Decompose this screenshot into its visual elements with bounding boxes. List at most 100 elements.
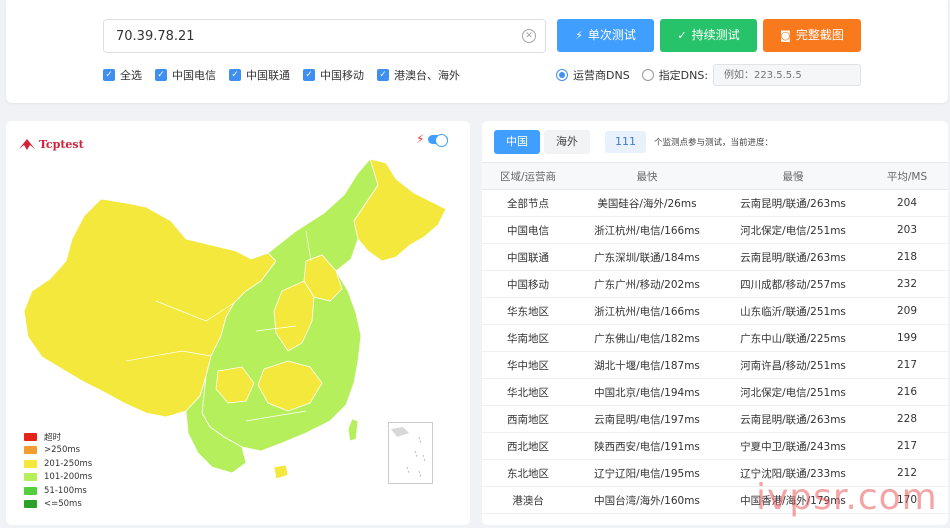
continuous-test-button[interactable]: ✓ 持续测试: [660, 19, 757, 52]
bolt-icon: ⚡: [575, 29, 583, 42]
map-toggle-switch[interactable]: [428, 134, 448, 147]
cell-region: 西南地区: [482, 405, 574, 433]
cell-average: 218: [866, 243, 948, 271]
legend-item: 51-100ms: [24, 484, 92, 498]
cell-slowest: 中国香港/海外/179ms: [720, 486, 866, 514]
checkbox-icon: ✓: [377, 69, 389, 81]
cell-slowest: 河北保定/电信/251ms: [720, 378, 866, 406]
table-row: 中国移动 广东广州/移动/202ms 四川成都/移动/257ms 232: [482, 270, 948, 298]
cell-slowest: 山东临沂/联通/251ms: [720, 297, 866, 325]
ip-input[interactable]: [104, 20, 504, 52]
table-row: 中国电信 浙江杭州/电信/166ms 河北保定/电信/251ms 203: [482, 216, 948, 244]
radio-unchecked-icon: [641, 69, 654, 81]
checkbox-unicom[interactable]: ✓ 中国联通: [229, 67, 290, 83]
legend-swatch: [24, 459, 37, 468]
cell-fastest: 浙江杭州/电信/166ms: [574, 297, 720, 325]
cell-region: 全部节点: [482, 189, 574, 217]
region-tabs: 中国 海外 111 个监测点参与测试，当前进度：: [494, 130, 773, 154]
dns-selector: 运营商DNS 指定DNS:: [556, 67, 720, 83]
cell-average: 232: [866, 270, 948, 298]
radio-isp-dns[interactable]: 运营商DNS: [556, 67, 630, 83]
tab-overseas[interactable]: 海外: [544, 130, 590, 154]
cell-average: 228: [866, 405, 948, 433]
cell-slowest: 河北保定/电信/251ms: [720, 216, 866, 244]
screenshot-button[interactable]: ◙ 完整截图: [763, 19, 861, 52]
cell-average: 204: [866, 189, 948, 217]
map-region-taiwan[interactable]: [347, 418, 359, 442]
cell-region: 中国联通: [482, 243, 574, 271]
table-row: 西南地区 云南昆明/电信/197ms 云南昆明/联通/263ms 228: [482, 405, 948, 433]
single-test-button[interactable]: ⚡ 单次测试: [557, 19, 654, 52]
cell-average: 217: [866, 351, 948, 379]
legend-swatch: [24, 446, 37, 455]
legend-item: >250ms: [24, 444, 92, 458]
bolt-icon: ⚡: [416, 132, 425, 146]
checkbox-select-all[interactable]: ✓ 全选: [103, 67, 142, 83]
cell-fastest: 中国北京/电信/194ms: [574, 378, 720, 406]
camera-icon: ◙: [780, 29, 791, 42]
tab-china[interactable]: 中国: [494, 130, 540, 154]
cell-fastest: 辽宁辽阳/电信/195ms: [574, 459, 720, 487]
header-region: 区域/运营商: [482, 162, 574, 190]
header-slowest: 最慢: [720, 162, 866, 190]
legend-item: 101-200ms: [24, 471, 92, 485]
table-header-row: 区域/运营商 最快 最慢 平均/MS: [482, 162, 948, 190]
results-table: 区域/运营商 最快 最慢 平均/MS 全部节点 美国硅谷/海外/26ms 云南昆明/…: [482, 162, 948, 514]
cell-average: 170: [866, 486, 948, 514]
cell-region: 华南地区: [482, 324, 574, 352]
cell-average: 199: [866, 324, 948, 352]
south-sea-islands: [391, 427, 426, 478]
progress-text: 个监测点参与测试，当前进度：: [654, 138, 774, 148]
cell-fastest: 浙江杭州/电信/166ms: [574, 216, 720, 244]
cell-slowest: 云南昆明/联通/263ms: [720, 405, 866, 433]
legend-item: 超时: [24, 430, 92, 444]
checkbox-icon: ✓: [303, 69, 315, 81]
legend-swatch: [24, 500, 37, 509]
cell-fastest: 云南昆明/电信/197ms: [574, 405, 720, 433]
cell-region: 西北地区: [482, 432, 574, 460]
test-control-panel: ✕ ⚡单次测试 ✓持续测试 ◙完整截图 ✓全选 ✓中国电信 ✓中国联通 ✓中国移…: [6, 0, 948, 103]
table-row: 华东地区 浙江杭州/电信/166ms 山东临沂/联通/251ms 209: [482, 297, 948, 325]
cell-slowest: 广东中山/联通/225ms: [720, 324, 866, 352]
cell-average: 209: [866, 297, 948, 325]
checkbox-overseas[interactable]: ✓ 港澳台、海外: [377, 67, 460, 83]
cell-slowest: 云南昆明/联通/263ms: [720, 189, 866, 217]
radio-custom-dns[interactable]: 指定DNS:: [641, 67, 708, 83]
legend-swatch: [24, 432, 37, 441]
map-legend: 超时 >250ms 201-250ms 101-200ms 51-100ms <…: [24, 430, 92, 511]
clear-icon[interactable]: ✕: [522, 29, 536, 43]
checkbox-icon: ✓: [103, 69, 115, 81]
cell-slowest: 四川成都/移动/257ms: [720, 270, 866, 298]
header-average: 平均/MS: [866, 162, 948, 190]
radio-checked-icon: [556, 69, 568, 81]
cell-slowest: 云南昆明/联通/263ms: [720, 243, 866, 271]
table-row: 华北地区 中国北京/电信/194ms 河北保定/电信/251ms 216: [482, 378, 948, 406]
checkbox-icon: ✓: [155, 69, 167, 81]
table-row: 中国联通 广东深圳/联通/184ms 云南昆明/联通/263ms 218: [482, 243, 948, 271]
ip-input-wrapper[interactable]: ✕: [103, 19, 546, 53]
checkbox-mobile[interactable]: ✓ 中国移动: [303, 67, 364, 83]
logo-mark-icon: [19, 139, 35, 150]
table-row: 东北地区 辽宁辽阳/电信/195ms 辽宁沈阳/联通/233ms 212: [482, 459, 948, 487]
cell-average: 217: [866, 432, 948, 460]
latency-map-panel: Tcptest ⚡ 超时 >250ms 201-250ms 101-200ms …: [6, 121, 470, 525]
cell-average: 203: [866, 216, 948, 244]
cell-region: 华中地区: [482, 351, 574, 379]
cell-region: 华东地区: [482, 297, 574, 325]
checkbox-telecom[interactable]: ✓ 中国电信: [155, 67, 216, 83]
check-icon: ✓: [677, 29, 687, 42]
cell-average: 212: [866, 459, 948, 487]
cell-fastest: 美国硅谷/海外/26ms: [574, 189, 720, 217]
cell-fastest: 广东深圳/联通/184ms: [574, 243, 720, 271]
cell-fastest: 陕西西安/电信/191ms: [574, 432, 720, 460]
table-row: 全部节点 美国硅谷/海外/26ms 云南昆明/联通/263ms 204: [482, 189, 948, 217]
cell-slowest: 宁夏中卫/联通/243ms: [720, 432, 866, 460]
isp-filter-group: ✓ 全选 ✓ 中国电信 ✓ 中国联通 ✓ 中国移动 ✓ 港澳台、海外: [103, 67, 473, 83]
table-row: 西北地区 陕西西安/电信/191ms 宁夏中卫/联通/243ms 217: [482, 432, 948, 460]
cell-region: 中国移动: [482, 270, 574, 298]
custom-dns-input[interactable]: [713, 64, 861, 86]
cell-slowest: 辽宁沈阳/联通/233ms: [720, 459, 866, 487]
map-region-hainan[interactable]: [273, 464, 289, 480]
cell-region: 东北地区: [482, 459, 574, 487]
header-fastest: 最快: [574, 162, 720, 190]
